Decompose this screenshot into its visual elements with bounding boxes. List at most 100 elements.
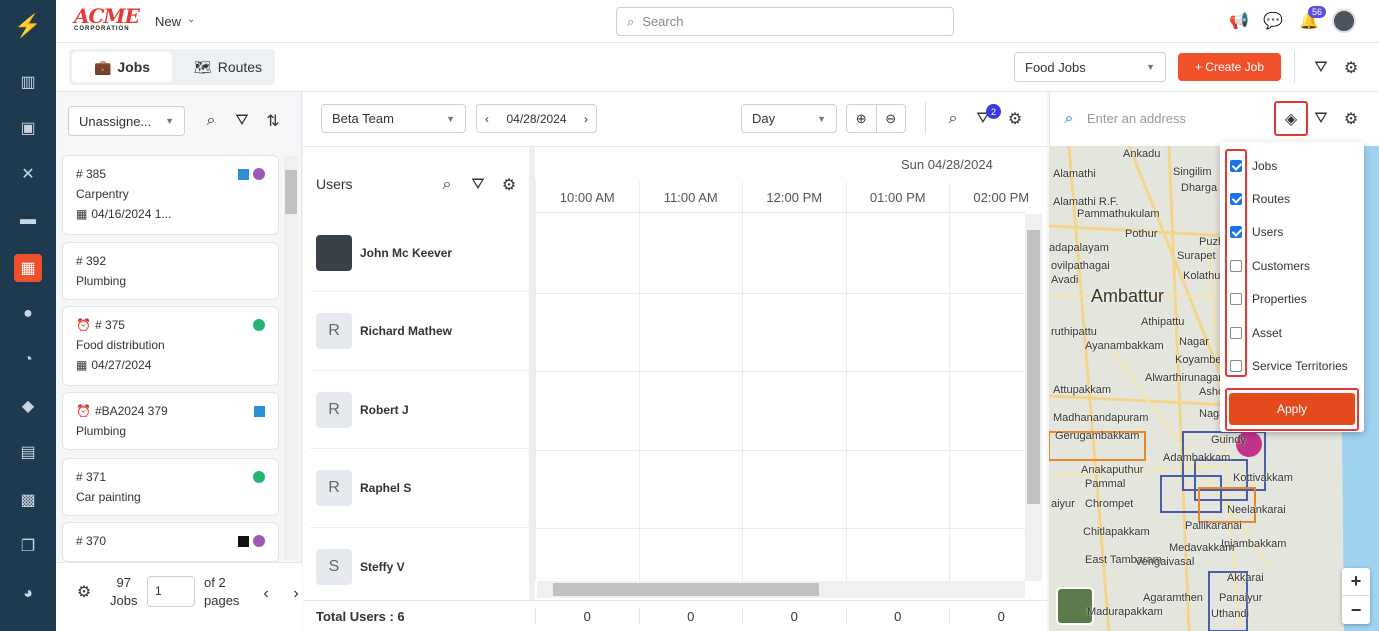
user-avatar[interactable] (1332, 9, 1356, 33)
search-icon[interactable]: ⌕ (200, 110, 222, 132)
search-icon[interactable]: ⌕ (436, 174, 458, 196)
user-row[interactable]: John Mc Keever (310, 214, 529, 292)
map-zoom-in-button[interactable]: + (1342, 568, 1370, 596)
filter-icon[interactable]: ⛛ (467, 174, 489, 196)
view-select[interactable]: Day ▼ (741, 104, 837, 133)
brand-logo[interactable]: ACME CORPORATION (74, 6, 140, 32)
layer-checkbox[interactable] (1230, 159, 1242, 172)
layer-checkbox[interactable] (1230, 360, 1242, 373)
job-id: # 392 (76, 254, 107, 268)
job-id-wrap: ⏰ # 375 (76, 318, 125, 332)
app-logo-icon[interactable]: ⚡ (14, 12, 42, 40)
layer-checkbox[interactable] (1230, 259, 1242, 272)
map-place-label: Athipattu (1141, 316, 1185, 328)
map-icon: 🗺 (193, 58, 212, 75)
layer-option[interactable]: Properties (1230, 283, 1360, 316)
map-place-label: aiyur (1051, 498, 1075, 510)
gear-icon[interactable]: ⚙ (1340, 57, 1362, 79)
address-input[interactable]: Enter an address (1087, 111, 1186, 126)
job-card[interactable]: ⏰ #BA2024 379 Plumbing (62, 392, 279, 450)
chevron-left-icon[interactable]: ‹ (485, 112, 489, 126)
layer-option[interactable]: Users (1230, 216, 1360, 249)
scheduler-vscroll[interactable] (1025, 214, 1042, 581)
map-place-label: Nagar (1179, 336, 1209, 348)
chevron-right-icon[interactable]: › (584, 112, 588, 126)
pie-chart-icon[interactable]: ◕ (14, 580, 42, 608)
team-select[interactable]: Beta Team ▼ (321, 104, 466, 133)
job-date-row: ▦ 04/27/2024 (76, 355, 265, 375)
status-filter-value: Unassigne... (79, 113, 152, 129)
briefcase-icon: 💼 (93, 58, 112, 75)
tab-routes[interactable]: 🗺 Routes (186, 52, 270, 82)
next-page-icon[interactable]: › (288, 585, 304, 603)
gear-icon[interactable]: ⚙ (1004, 108, 1026, 130)
user-row[interactable]: R Richard Mathew (310, 293, 529, 371)
job-card[interactable]: # 385 Carpentry ▦ 04/16/2024 1... (62, 155, 279, 235)
sort-icon[interactable]: ⇅ (262, 110, 284, 132)
global-search[interactable]: ⌕ Search (616, 7, 954, 36)
chat-icon[interactable]: 💬 (1262, 10, 1284, 32)
layer-option[interactable]: Customers (1230, 249, 1360, 282)
job-date: 04/27/2024 (91, 358, 152, 372)
layer-option[interactable]: Routes (1230, 182, 1360, 215)
apply-button[interactable]: Apply (1229, 393, 1355, 425)
job-card[interactable]: # 392 Plumbing (62, 242, 279, 300)
job-markers (253, 319, 265, 331)
calendar-icon[interactable]: ▦ (14, 254, 42, 282)
user-name: Steffy V (360, 559, 405, 574)
user-row[interactable]: R Raphel S (310, 450, 529, 528)
layer-option[interactable]: Jobs (1230, 149, 1360, 182)
scheduler-hscroll[interactable] (537, 581, 1025, 598)
layer-checkbox[interactable] (1230, 326, 1242, 339)
tools-icon[interactable]: ✕ (14, 160, 42, 188)
user-name: Raphel S (360, 481, 412, 495)
gear-icon[interactable]: ⚙ (74, 582, 94, 602)
clock-icon[interactable]: ◔ (14, 346, 42, 374)
job-markers (238, 168, 265, 180)
layer-option[interactable]: Service Territories (1230, 349, 1360, 382)
layer-checkbox[interactable] (1230, 293, 1242, 306)
avatar-initial: R (328, 322, 340, 339)
user-row[interactable]: R Robert J (310, 371, 529, 449)
users-icon[interactable]: ● (14, 300, 42, 328)
status-filter-select[interactable]: Unassigne... ▼ (68, 106, 185, 136)
filter-icon[interactable]: ⛛ (231, 110, 253, 132)
map-icon[interactable]: ▤ (14, 438, 42, 466)
map-zoom-out-button[interactable]: − (1342, 596, 1370, 624)
megaphone-icon[interactable]: 📢 (1228, 10, 1250, 32)
job-card[interactable]: # 371 Car painting (62, 458, 279, 516)
page-number-input[interactable]: 1 (147, 576, 195, 607)
layer-checkbox[interactable] (1230, 193, 1242, 206)
job-filter-select[interactable]: Food Jobs ▼ (1014, 52, 1166, 82)
map-place-label: ruthipattu (1051, 326, 1097, 338)
time-column-header: 10:00 AM (535, 182, 639, 212)
map-place-label: Pothur (1125, 228, 1158, 240)
job-card[interactable]: # 370 (62, 522, 279, 562)
jobs-scrollbar[interactable] (284, 156, 298, 560)
documents-icon[interactable]: ❐ (14, 532, 42, 560)
new-menu[interactable]: New ⌄ (155, 14, 195, 29)
create-job-button[interactable]: + Create Job (1178, 53, 1281, 81)
user-row[interactable]: S Steffy V (310, 528, 529, 606)
dashboard-chart-icon[interactable]: ▥ (14, 68, 42, 96)
layer-option[interactable]: Asset (1230, 316, 1360, 349)
zoom-out-icon[interactable]: ⊖ (877, 105, 906, 132)
filter-icon[interactable]: ⛛ (1310, 108, 1332, 130)
filter-icon[interactable]: ⛛ (1310, 57, 1332, 79)
layer-checkbox[interactable] (1230, 226, 1242, 239)
job-card[interactable]: ⏰ # 375 Food distribution ▦ 04/27/2024 (62, 306, 279, 386)
clipboard-icon[interactable]: ▣ (14, 114, 42, 142)
tab-jobs[interactable]: 💼 Jobs (72, 52, 172, 82)
calculator-icon[interactable]: ▩ (14, 486, 42, 514)
briefcase-icon[interactable]: ▬ (14, 206, 42, 234)
tag-icon[interactable]: ◆ (14, 392, 42, 420)
zoom-in-icon[interactable]: ⊕ (847, 105, 877, 132)
job-marker (253, 319, 265, 331)
job-id: # 385 (76, 167, 107, 181)
prev-page-icon[interactable]: ‹ (258, 585, 274, 603)
gear-icon[interactable]: ⚙ (498, 174, 520, 196)
search-icon[interactable]: ⌕ (942, 108, 964, 130)
date-picker[interactable]: ‹ 04/28/2024 › (476, 104, 597, 133)
gear-icon[interactable]: ⚙ (1340, 108, 1362, 130)
caret-down-icon: ▼ (165, 116, 174, 126)
